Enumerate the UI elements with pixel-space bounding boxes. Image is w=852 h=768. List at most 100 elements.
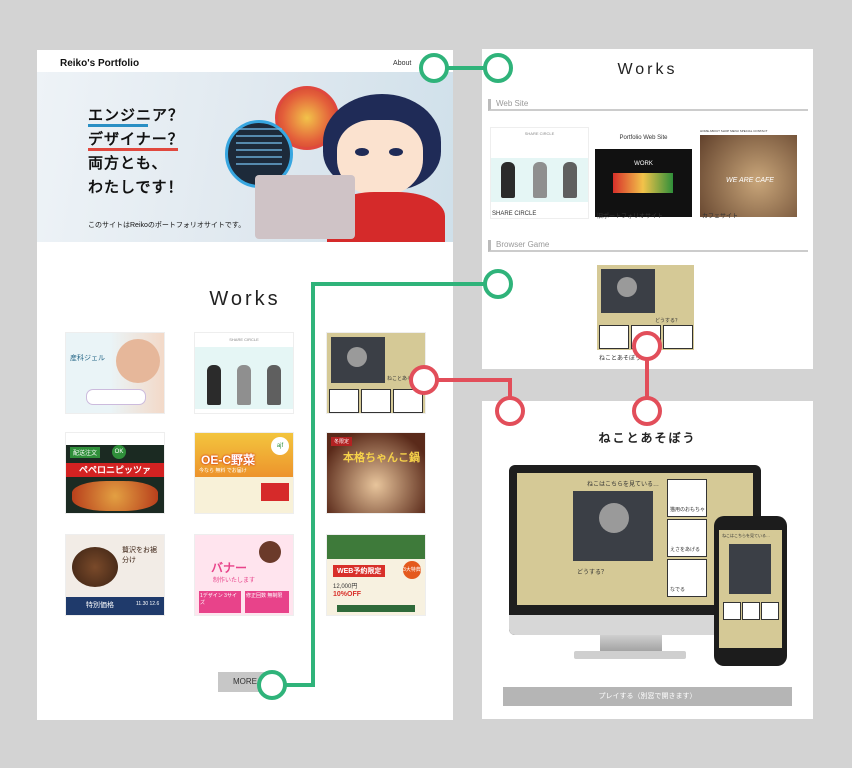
cafe-logo: WE ARE CAFE [726,177,774,184]
option-toy[interactable]: 猫用のおもちゃ [667,479,707,517]
mother-baby-photo [116,339,160,383]
option-toy[interactable] [723,602,741,620]
pizza-topbar [66,433,164,445]
toy-card [599,325,629,349]
works-section-title: Works [209,288,281,310]
character-eye-left [355,148,369,156]
option-pet[interactable]: なでる [667,559,707,597]
phone-message: ねこはこちらを見ている… [722,533,770,538]
work-thumb-web-reservation[interactable]: WEB予約限定 3大特典 12,000円 10%OFF [326,534,426,616]
option-food[interactable] [742,602,760,620]
cat-photo [729,544,771,594]
game-thumb[interactable]: どうする？ [597,265,694,350]
cat-head [617,277,637,297]
chocolate-title: 贅沢をお裾分け [122,547,157,564]
play-button[interactable]: プレイする（別窓で開きます） [503,687,792,706]
work-thumb-banner[interactable]: バナー 制作いたします 1デザイン 3サイズ 修正回数 無制限 [194,534,294,616]
cat-head [599,503,629,533]
site-thumb-old-portfolio[interactable]: Portfolio Web Site WORK [595,127,692,217]
banner-sub: 制作いたします [213,578,256,584]
hero-headline-3: 両方とも、 [88,155,168,172]
woman-illustration [259,541,281,563]
thumb-title: ねことあそぼう [387,376,423,382]
veg-order-button [261,483,289,501]
character-eye-right [389,148,403,156]
site-header: Portfolio Web Site [595,127,692,149]
portfolio-top-page: Reiko's Portfolio About Works エンジニア？ デザイ… [37,50,453,720]
site-header: SHARE CIRCLE [524,131,555,136]
work-thumb-cat-game[interactable]: ねことあそぼう [326,332,426,414]
hand-card [393,389,423,413]
chanko-title: 本格ちゃんこ鍋 [343,452,420,464]
dress-gray [237,365,251,405]
site-caption: カフェサイト [702,214,739,220]
sale-dates: 11.30 12.6 [136,601,160,607]
hand-card [663,325,693,349]
toy-card [329,389,359,413]
screen-prompt: どうする？ [577,570,608,576]
reservation-title: WEB予約限定 [333,565,386,577]
screen-message: ねこはこちらを見ている… [587,482,660,488]
game-detail-page: ねことあそぼう ねこはこちらを見ている… どうする？ 猫用のおもちゃ えさをあげ… [482,401,813,719]
special-badge: 3大特典 [403,561,421,579]
winter-badge: 冬限定 [331,437,353,446]
top-nav: About Works [383,60,443,67]
desktop-base [574,651,686,659]
chocolate-box [72,547,118,587]
game-prompt: どうする？ [655,318,681,324]
option-food[interactable]: えさをあげる [667,519,707,557]
more-button[interactable]: MORE [218,672,272,692]
dress-black [501,162,515,198]
work-thumb-vegetable[interactable]: OE-C野菜 ajf 今なら 無料 でお届け [194,432,294,514]
site-brand[interactable]: Reiko's Portfolio [60,58,139,69]
reservation-price: 12,000円 [333,584,358,590]
thumb-title: 産科ジェル [70,355,105,362]
site-work-label: WORK [634,161,653,167]
category-web-site: Web Site [488,99,808,111]
works-page-title: Works [617,61,678,78]
option-label: なでる [670,587,686,593]
delivery-tag: 配送注文 [70,447,101,458]
game-title: ねことあそぼう [598,431,697,445]
nav-works[interactable]: Works [423,60,443,67]
site-thumb-cafe[interactable]: HOME ABOUT SHOP MENU SPECIAL CONTACT WE … [700,127,797,217]
work-thumb-gel[interactable]: 産科ジェル [65,332,165,414]
pizza-title: ペペロニピッツァ [66,463,164,477]
option-pet[interactable] [761,602,779,620]
dress-dark [563,162,577,198]
ok-badge: OK [112,445,126,459]
hero-underline-red [88,148,178,151]
nav-about[interactable]: About [393,60,411,67]
ajf-logo: ajf [271,437,289,455]
reservation-discount: 10%OFF [333,591,362,598]
hero-headline-2: デザイナー？ [88,131,184,148]
product-bottle [86,389,146,405]
banner-badge-revision: 修正回数 無制限 [245,591,289,613]
pizza-photo [72,481,158,511]
work-thumb-pizza[interactable]: 配送注文 OK ペペロニピッツァ [65,432,165,514]
site-work-banner [613,173,673,193]
special-price: 特別価格 [86,602,114,609]
dress-dark [267,365,281,405]
option-label: えさをあげる [670,547,701,553]
veg-sub: 今なら 無料 でお届け [199,468,247,474]
laptop-illustration [255,175,355,239]
site-caption: 旧ポートフォリオサイト [597,214,664,220]
banner-badge-design: 1デザイン 3サイズ [199,591,241,613]
work-thumb-share-circle[interactable]: SHARE CIRCLE [194,332,294,414]
dress-gray [533,162,547,198]
hero-headline-4: わたしです！ [88,179,184,196]
food-card [361,389,391,413]
work-thumb-chanko[interactable]: 冬限定 本格ちゃんこ鍋 [326,432,426,514]
phone-mockup: ねこはこちらを見ている… [714,516,787,666]
banner-title: バナー [211,561,248,575]
cafe-nav: HOME ABOUT SHOP MENU SPECIAL CONTACT [700,127,797,135]
food-card [631,325,661,349]
site-thumb-share-circle[interactable]: SHARE CIRCLE [490,127,589,219]
hero-description: このサイトはReikoのポートフォリオサイトです。 [88,222,246,229]
thumb-title: SHARE CIRCLE [229,337,259,342]
work-thumb-chocolate[interactable]: 贅沢をお裾分け 特別価格 11.30 12.6 [65,534,165,616]
veg-title: OE-C野菜 [201,453,256,467]
site-caption: SHARE CIRCLE [492,211,537,217]
category-browser-game: Browser Game [488,240,808,252]
